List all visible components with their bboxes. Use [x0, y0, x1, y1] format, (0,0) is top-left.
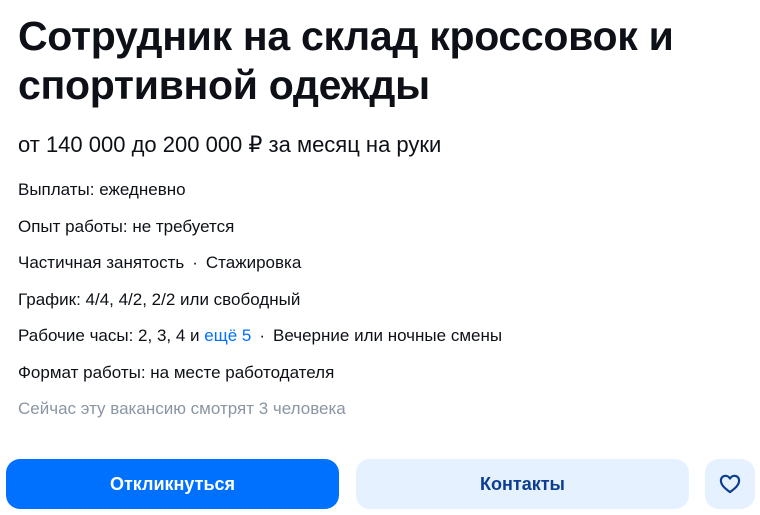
- employment-extra: Стажировка: [205, 253, 302, 272]
- shifts-text: Вечерние или ночные смены: [273, 326, 503, 345]
- hours-more-link[interactable]: ещё 5: [204, 326, 251, 345]
- vacancy-details: Выплаты: ежедневно Опыт работы: не требу…: [18, 178, 738, 434]
- separator-dot: ·: [259, 326, 266, 345]
- favorite-button[interactable]: [705, 459, 755, 509]
- separator-dot: ·: [192, 253, 198, 272]
- employment-row: Частичная занятость · Стажировка: [18, 251, 738, 275]
- salary: от 140 000 до 200 000 ₽ за месяц на руки: [18, 132, 442, 157]
- vacancy-card: Сотрудник на склад кроссовок и спортивно…: [0, 0, 760, 515]
- contacts-button[interactable]: Контакты: [356, 459, 689, 509]
- viewers-count: Сейчас эту вакансию смотрят 3 человека: [18, 399, 346, 418]
- vacancy-title: Сотрудник на склад кроссовок и спортивно…: [18, 13, 674, 108]
- employment-type: Частичная занятость: [18, 253, 185, 272]
- apply-button[interactable]: Откликнуться: [6, 459, 339, 509]
- hours-text: Рабочие часы: 2, 3, 4 и: [18, 326, 200, 345]
- experience-row: Опыт работы: не требуется: [18, 216, 235, 236]
- heart-outline-icon: [719, 474, 741, 494]
- hours-row: Рабочие часы: 2, 3, 4 и ещё 5 · Вечерние и…: [18, 324, 738, 348]
- schedule-row: График: 4/4, 4/2, 2/2 или свободный: [18, 289, 301, 309]
- work-format-row: Формат работы: на месте работодателя: [18, 362, 335, 382]
- payouts-row: Выплаты: ежедневно: [18, 180, 186, 199]
